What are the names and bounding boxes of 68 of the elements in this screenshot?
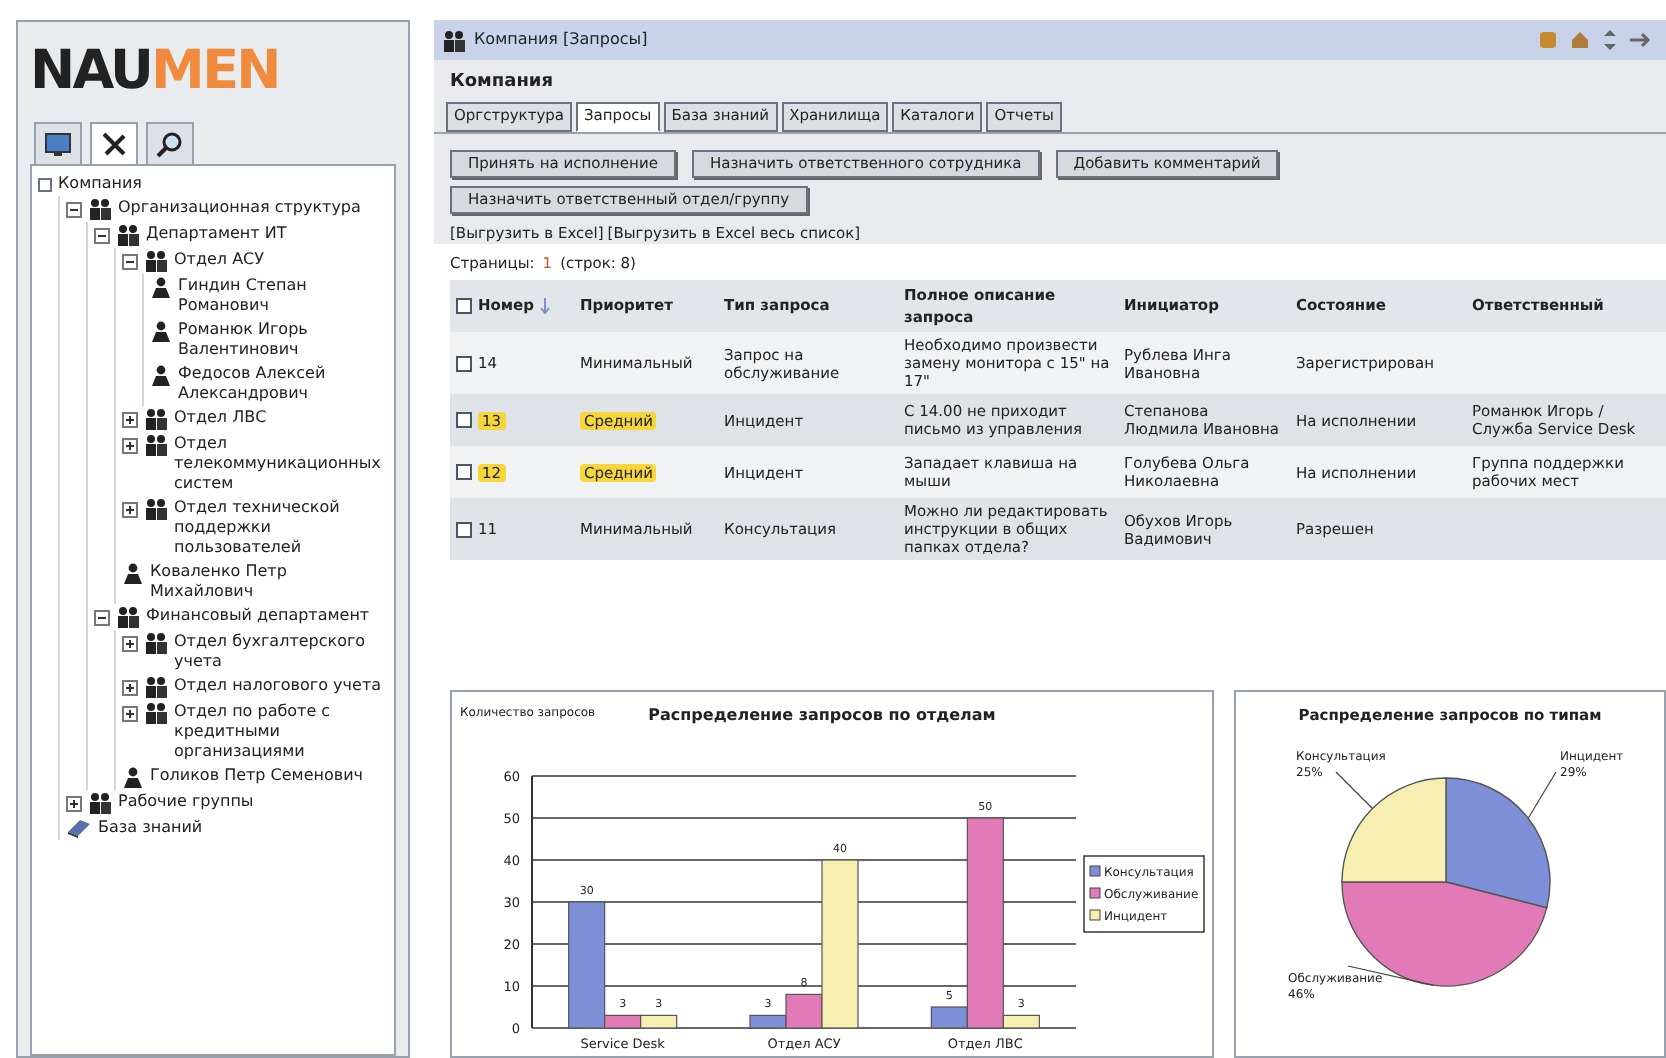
tree-item[interactable]: Голиков Петр Семенович	[150, 766, 364, 786]
tree-item[interactable]: Отдел по работе с кредитными организациями	[174, 702, 382, 762]
legend-swatch	[1089, 909, 1101, 921]
tree-item[interactable]: Отдел технической поддержки пользователей	[174, 498, 382, 558]
page-heading: Компания	[448, 70, 555, 96]
tree-item[interactable]: Отдел налогового учета	[174, 676, 381, 696]
row-checkbox[interactable]	[456, 464, 472, 480]
sidebar-tab[interactable]	[90, 122, 138, 166]
collapse-toggle-icon[interactable]	[122, 254, 138, 270]
tree-item[interactable]: Рабочие группы	[118, 792, 254, 812]
sidebar-tab[interactable]	[34, 122, 82, 166]
people-icon	[88, 792, 112, 814]
search-icon	[156, 130, 184, 158]
sidebar-tab[interactable]	[146, 122, 194, 166]
collapse-toggle-icon[interactable]	[94, 228, 110, 244]
expand-toggle-icon[interactable]	[122, 438, 138, 454]
people-icon	[116, 606, 140, 628]
tree-item[interactable]: Романюк Игорь Валентинович	[178, 320, 382, 360]
people-icon	[144, 676, 168, 698]
tree-item[interactable]: Отдел ЛВС	[174, 408, 267, 428]
people-icon	[144, 498, 168, 520]
collapse-toggle-icon[interactable]	[66, 202, 82, 218]
leader-line	[1335, 771, 1374, 810]
book-icon	[66, 818, 92, 838]
tree-item[interactable]: Компания	[58, 174, 142, 194]
refresh-arrows-icon[interactable]	[1602, 30, 1618, 50]
expand-toggle-icon[interactable]	[122, 412, 138, 428]
naumen-logo: NAUMEN	[30, 42, 281, 102]
row-checkbox[interactable]	[456, 355, 472, 371]
legend-box	[1083, 855, 1205, 933]
expand-toggle-icon[interactable]	[122, 636, 138, 652]
people-icon	[144, 702, 168, 724]
expand-toggle-icon[interactable]	[122, 680, 138, 696]
row-checkbox[interactable]	[456, 412, 472, 428]
person-icon	[122, 562, 144, 584]
tree-item[interactable]: База знаний	[98, 818, 203, 838]
people-icon	[144, 250, 168, 272]
expand-toggle-icon[interactable]	[122, 502, 138, 518]
legend-swatch	[1089, 865, 1101, 877]
tree-item[interactable]: Коваленко Петр Михайлович	[150, 562, 382, 602]
people-icon	[116, 224, 140, 246]
select-all-checkbox[interactable]	[456, 298, 472, 314]
legend-swatch	[1089, 887, 1101, 899]
people-icon	[144, 632, 168, 654]
tree-item[interactable]: Отдел АСУ	[174, 250, 264, 270]
monitor-icon	[44, 132, 72, 156]
tree-item[interactable]: Организационная структура	[118, 198, 361, 218]
expand-toggle-icon[interactable]	[122, 706, 138, 722]
people-icon	[144, 408, 168, 430]
people-icon	[442, 29, 466, 51]
collapse-toggle-icon[interactable]	[94, 610, 110, 626]
tree-item[interactable]: Финансовый департамент	[146, 606, 370, 626]
tree-item[interactable]: Департамент ИТ	[146, 224, 287, 244]
tree-item[interactable]: Гиндин Степан Романович	[178, 276, 382, 316]
tree-item[interactable]: Федосов Алексей Александрович	[178, 364, 382, 404]
expand-toggle-icon[interactable]	[66, 796, 82, 812]
window-title: Компания [Запросы]	[474, 28, 648, 52]
person-icon	[150, 276, 172, 298]
tree-item[interactable]: Отдел бухгалтерского учета	[174, 632, 382, 672]
chart-title: Распределение запросов по отделам	[648, 706, 996, 724]
row-checkbox[interactable]	[456, 521, 472, 537]
tree-item[interactable]: Отдел телекоммуникационных систем	[174, 434, 382, 494]
person-icon	[122, 766, 144, 788]
people-icon	[144, 434, 168, 456]
person-icon	[150, 364, 172, 386]
people-icon	[88, 198, 112, 220]
person-icon	[150, 320, 172, 342]
leader-line	[1527, 771, 1557, 819]
